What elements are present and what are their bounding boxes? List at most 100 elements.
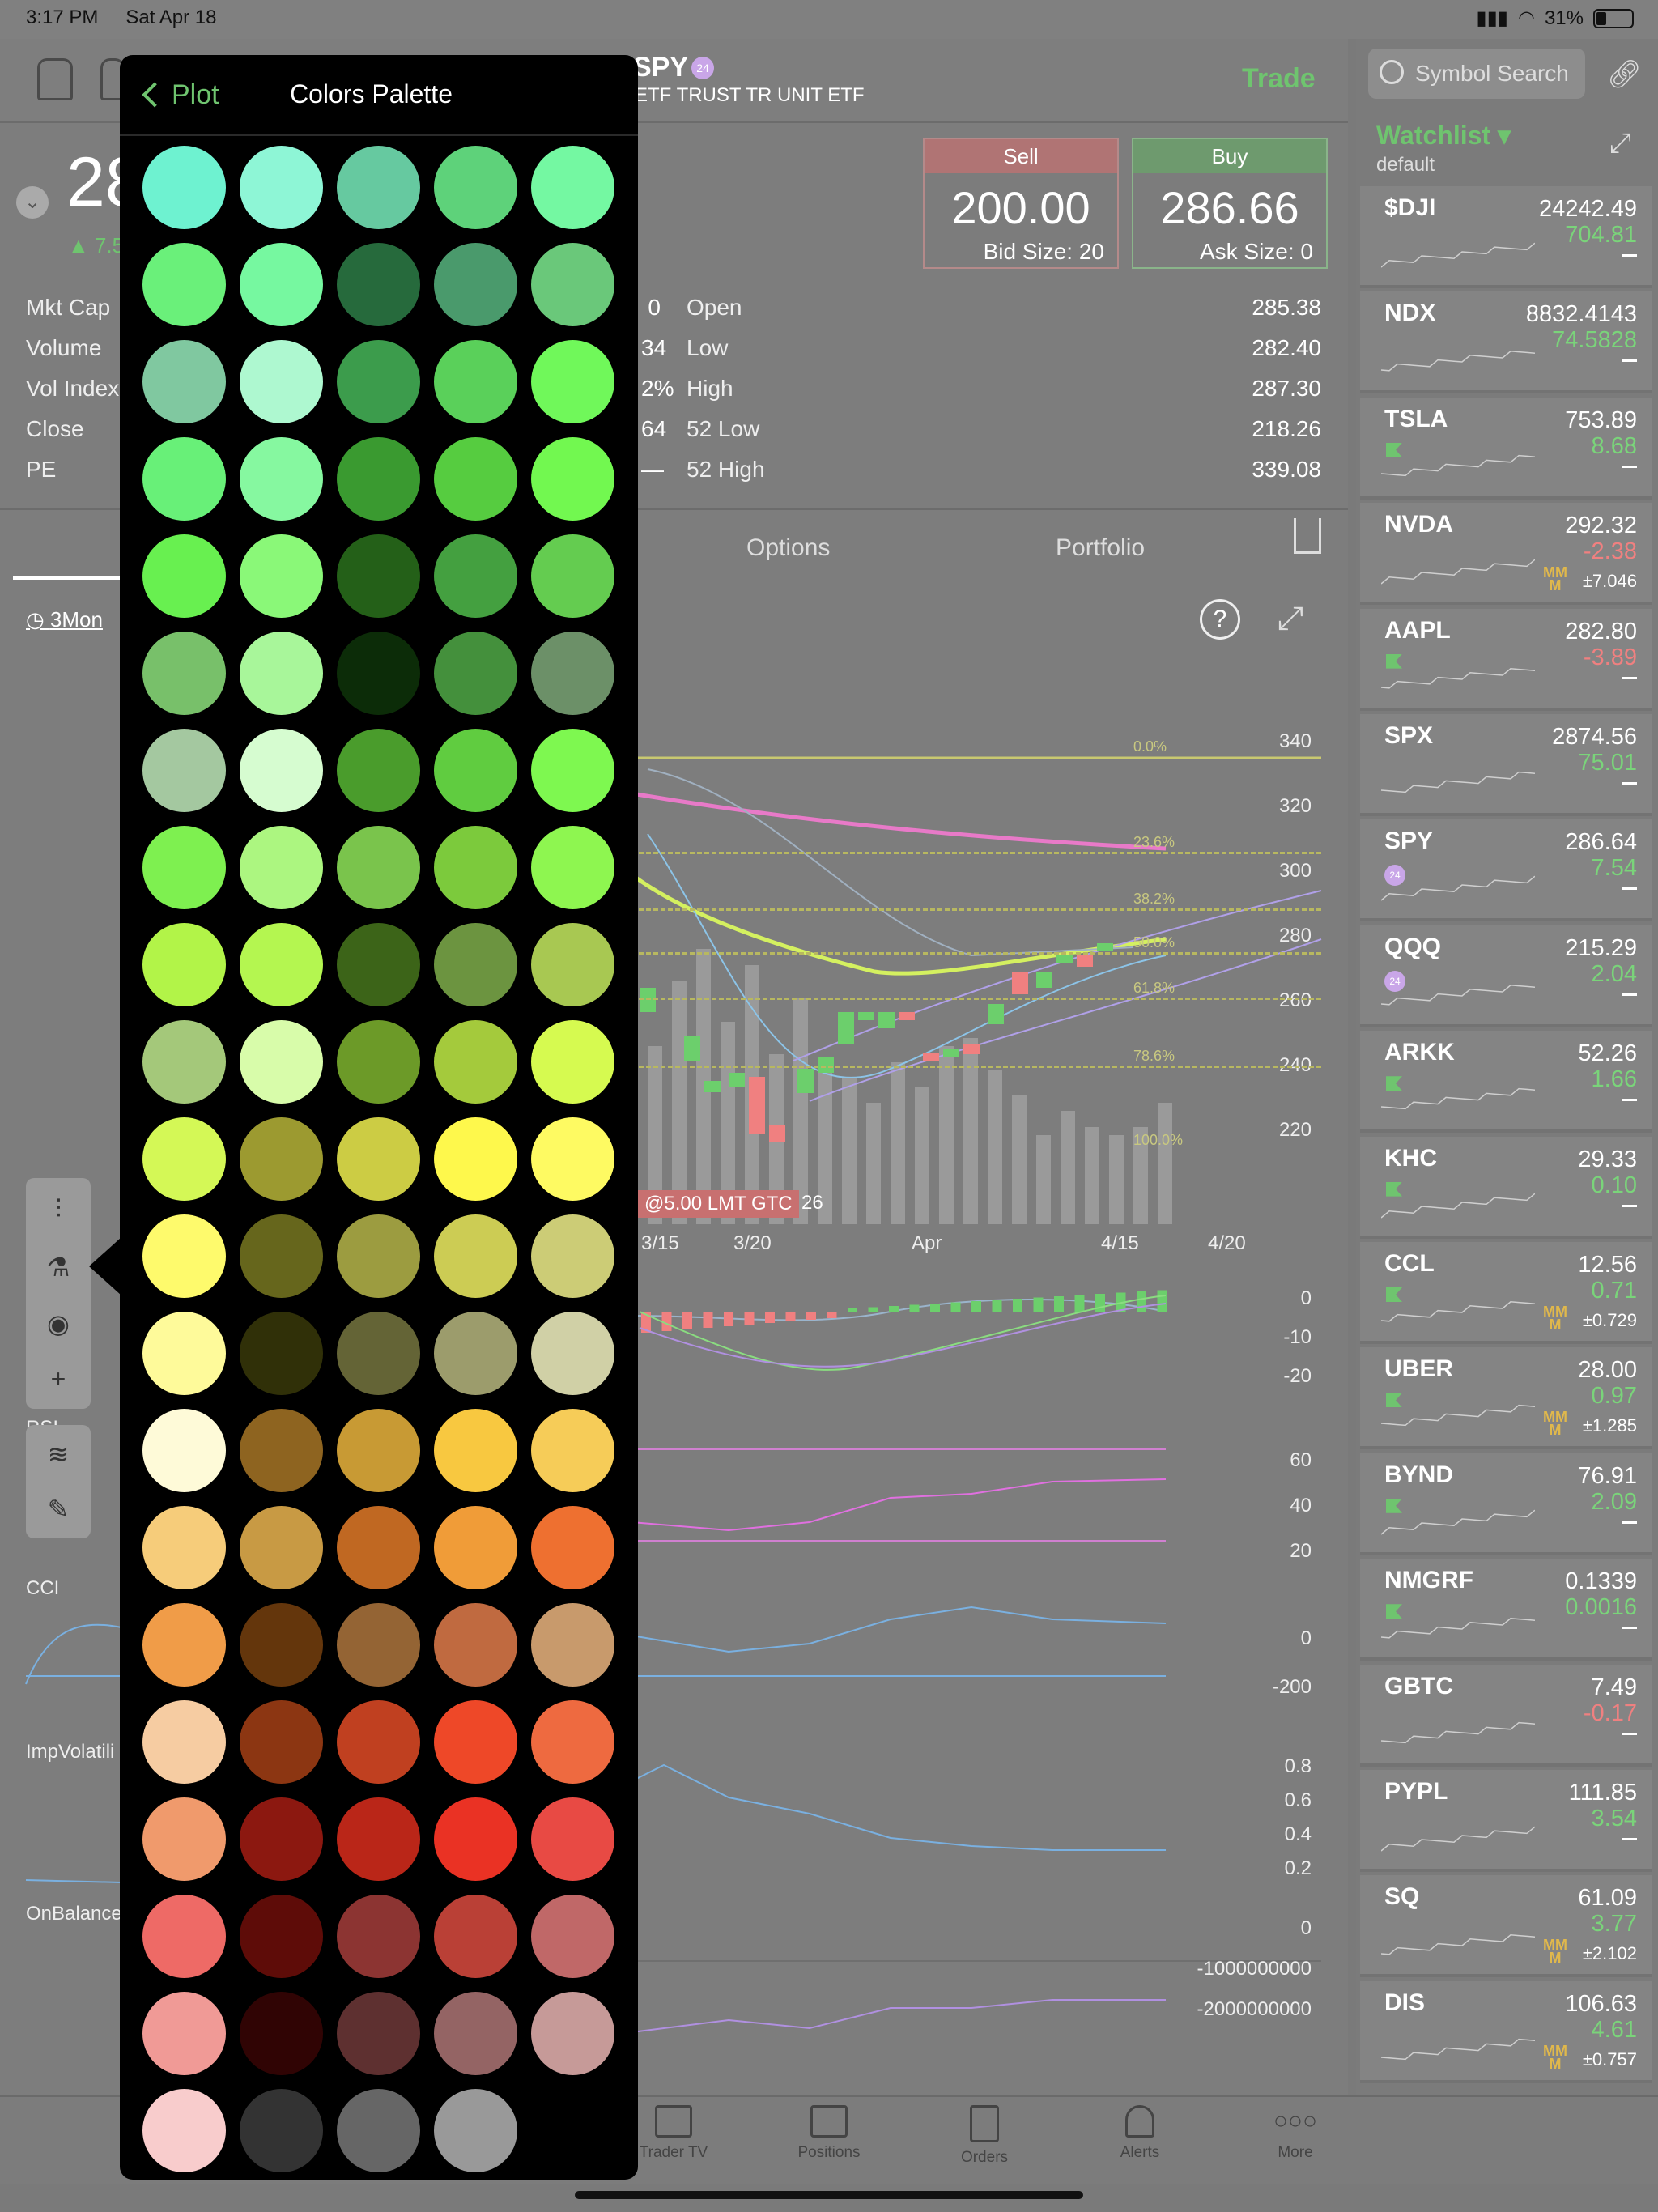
color-swatch[interactable] <box>434 632 517 715</box>
collapse-chevron-icon[interactable]: ⌄ <box>16 186 49 219</box>
help-icon[interactable]: ? <box>1200 599 1240 640</box>
crosshair-icon[interactable]: + <box>42 1363 74 1395</box>
watchlist-row[interactable]: PYPL 111.85 3.54 <box>1360 1770 1652 1872</box>
color-swatch[interactable] <box>142 437 226 521</box>
watchlist-title[interactable]: Watchlist ▾ <box>1376 120 1511 151</box>
color-swatch[interactable] <box>240 1506 323 1589</box>
range-selector[interactable]: ◷ 3Mon <box>26 607 103 632</box>
color-swatch[interactable] <box>434 1895 517 1978</box>
watchlist-row[interactable]: NDX 8832.4143 74.5828 <box>1360 291 1652 394</box>
watchlist-row[interactable]: SPY 286.64 7.54 24 <box>1360 819 1652 922</box>
color-swatch[interactable] <box>531 1506 614 1589</box>
expand-icon[interactable]: ⤢ <box>1609 128 1642 160</box>
color-swatch[interactable] <box>531 1992 614 2075</box>
watchlist-row[interactable]: BYND 76.91 2.09 <box>1360 1453 1652 1555</box>
color-swatch[interactable] <box>531 729 614 812</box>
color-swatch[interactable] <box>142 1117 226 1201</box>
watchlist-row[interactable]: DIS 106.63 4.61 MM M ±0.757 <box>1360 1980 1652 2083</box>
color-swatch[interactable] <box>531 437 614 521</box>
color-swatch[interactable] <box>142 1312 226 1395</box>
color-swatch[interactable] <box>337 1117 420 1201</box>
color-swatch[interactable] <box>531 146 614 229</box>
watchlist-row[interactable]: NVDA 292.32 -2.38 MM M ±7.046 <box>1360 503 1652 606</box>
watchlist-row[interactable]: UBER 28.00 0.97 MM M ±1.285 <box>1360 1347 1652 1450</box>
watchlist-row[interactable]: SQ 61.09 3.77 MM M ±2.102 <box>1360 1875 1652 1978</box>
color-swatch[interactable] <box>142 1603 226 1687</box>
layers-icon[interactable]: ≋ <box>42 1438 74 1470</box>
color-swatch[interactable] <box>434 826 517 909</box>
color-swatch[interactable] <box>434 1506 517 1589</box>
watchlist-row[interactable]: GBTC 7.49 -0.17 <box>1360 1664 1652 1767</box>
color-swatch[interactable] <box>531 1312 614 1395</box>
order-tag[interactable]: @5.00 LMT GTC <box>638 1190 799 1218</box>
color-swatch[interactable] <box>240 1895 323 1978</box>
color-swatch[interactable] <box>337 1700 420 1784</box>
color-swatch[interactable] <box>531 534 614 618</box>
color-swatch[interactable] <box>240 1020 323 1104</box>
color-swatch[interactable] <box>337 923 420 1006</box>
color-swatch[interactable] <box>531 923 614 1006</box>
watchlist-row[interactable]: ARKK 52.26 1.66 <box>1360 1031 1652 1134</box>
watchlist-row[interactable]: TSLA 753.89 8.68 <box>1360 397 1652 500</box>
color-swatch[interactable] <box>531 340 614 423</box>
color-swatch[interactable] <box>240 534 323 618</box>
expand-chart-icon[interactable]: ⤢ <box>1278 601 1303 637</box>
color-swatch[interactable] <box>434 534 517 618</box>
alert-bell-icon[interactable] <box>37 58 73 100</box>
color-swatch[interactable] <box>142 243 226 326</box>
color-swatch[interactable] <box>142 1992 226 2075</box>
back-button[interactable]: Plot <box>139 79 219 111</box>
color-swatch[interactable] <box>240 243 323 326</box>
color-swatch[interactable] <box>240 1312 323 1395</box>
color-swatch[interactable] <box>531 1117 614 1201</box>
color-swatch[interactable] <box>142 1506 226 1589</box>
color-swatch[interactable] <box>531 1214 614 1298</box>
color-swatch[interactable] <box>240 340 323 423</box>
color-swatch[interactable] <box>434 340 517 423</box>
color-swatch[interactable] <box>337 1409 420 1492</box>
color-swatch[interactable] <box>434 1992 517 2075</box>
color-swatch[interactable] <box>434 1409 517 1492</box>
color-swatch[interactable] <box>434 1603 517 1687</box>
color-swatch[interactable] <box>434 1214 517 1298</box>
color-swatch[interactable] <box>240 1603 323 1687</box>
color-swatch[interactable] <box>142 1700 226 1784</box>
color-swatch[interactable] <box>142 534 226 618</box>
candlestick-icon[interactable]: ⫶ <box>42 1193 74 1225</box>
tab-alerts[interactable]: Alerts <box>1075 2105 1205 2162</box>
color-swatch[interactable] <box>434 243 517 326</box>
color-swatch[interactable] <box>337 1214 420 1298</box>
color-swatch[interactable] <box>434 2089 517 2172</box>
color-swatch[interactable] <box>240 923 323 1006</box>
buy-box[interactable]: Buy 286.66 Ask Size: 0 <box>1132 138 1328 269</box>
color-swatch[interactable] <box>337 340 420 423</box>
color-swatch[interactable] <box>337 1797 420 1881</box>
color-swatch[interactable] <box>142 1895 226 1978</box>
color-swatch[interactable] <box>337 1506 420 1589</box>
color-swatch[interactable] <box>240 826 323 909</box>
color-swatch[interactable] <box>434 1312 517 1395</box>
tab-positions[interactable]: Positions <box>764 2105 894 2162</box>
color-swatch[interactable] <box>240 437 323 521</box>
color-swatch[interactable] <box>337 632 420 715</box>
color-swatch[interactable] <box>142 826 226 909</box>
color-swatch[interactable] <box>142 729 226 812</box>
tab-options[interactable]: Options <box>746 534 830 562</box>
color-swatch[interactable] <box>531 632 614 715</box>
color-swatch[interactable] <box>240 146 323 229</box>
color-swatch[interactable] <box>240 1409 323 1492</box>
color-swatch[interactable] <box>142 1797 226 1881</box>
color-swatch[interactable] <box>337 1020 420 1104</box>
share-icon[interactable] <box>1294 518 1321 554</box>
color-swatch[interactable] <box>434 729 517 812</box>
color-swatch[interactable] <box>240 1214 323 1298</box>
color-swatch[interactable] <box>531 1603 614 1687</box>
tab-more[interactable]: ○○○ More <box>1231 2105 1360 2162</box>
watchlist-row[interactable]: CCL 12.56 0.71 MM M ±0.729 <box>1360 1242 1652 1344</box>
color-swatch[interactable] <box>337 826 420 909</box>
color-swatch[interactable] <box>531 1895 614 1978</box>
color-swatch[interactable] <box>337 1603 420 1687</box>
watchlist-row[interactable]: SPX 2874.56 75.01 <box>1360 714 1652 816</box>
pencil-icon[interactable]: ✎ <box>42 1493 74 1525</box>
eye-icon[interactable]: ◉ <box>42 1308 74 1340</box>
